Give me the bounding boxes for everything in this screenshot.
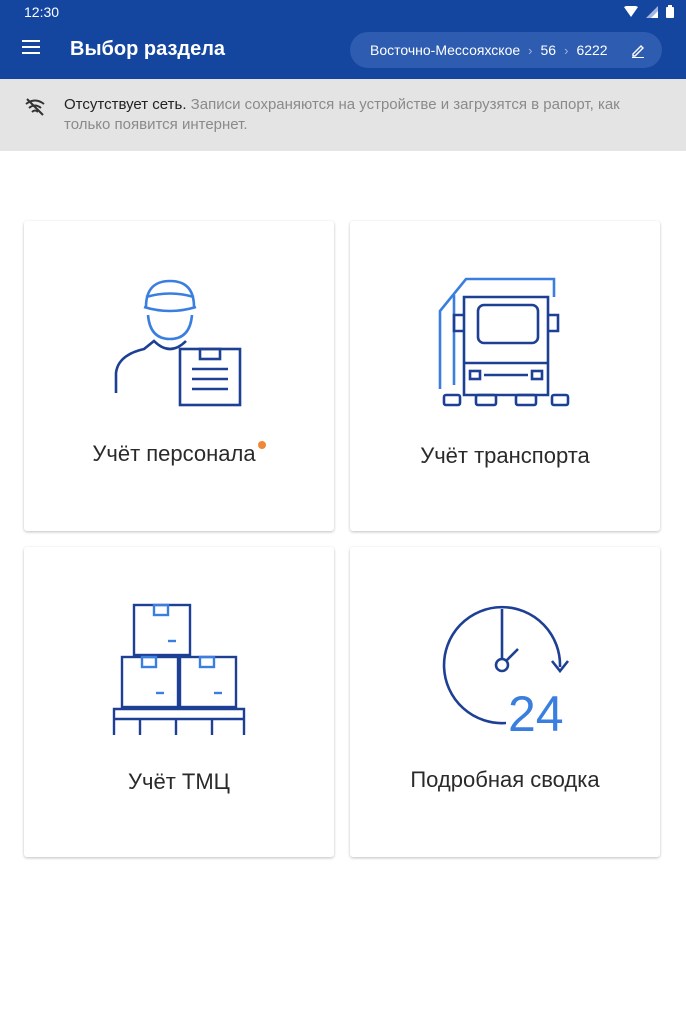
svg-text:24: 24 (508, 686, 564, 737)
offline-message: Отсутствует сеть. Записи сохраняются на … (64, 95, 664, 135)
chevron-right-icon: › (564, 42, 569, 58)
edit-icon[interactable] (630, 42, 646, 58)
notification-dot (257, 441, 266, 449)
offline-title: Отсутствует сеть. (64, 96, 187, 113)
offline-banner: Отсутствует сеть. Записи сохраняются на … (0, 79, 686, 151)
chevron-right-icon: › (528, 42, 533, 58)
system-icons (624, 5, 674, 18)
breadcrumb-field: Восточно-Мессояхское (370, 42, 521, 58)
app-bar: Выбор раздела Восточно-Мессояхское › 56 … (0, 24, 686, 79)
card-transport[interactable]: Учёт транспорта (350, 221, 660, 531)
card-personnel[interactable]: Учёт персонала (24, 221, 334, 531)
page-title: Выбор раздела (70, 38, 226, 60)
breadcrumb-well: 6222 (576, 42, 608, 58)
card-inventory[interactable]: Учёт ТМЦ (24, 547, 334, 857)
battery-icon (666, 5, 674, 18)
wifi-off-icon (25, 98, 45, 116)
breadcrumb-pad: 56 (540, 42, 557, 58)
truck-icon (438, 277, 570, 407)
worker-clipboard-icon (114, 279, 242, 407)
status-bar: 12:30 (0, 0, 686, 24)
wifi-status-icon (624, 5, 638, 17)
card-transport-label: Учёт транспорта (420, 443, 590, 468)
card-summary[interactable]: 24 Подробная сводка (350, 547, 660, 857)
location-breadcrumb[interactable]: Восточно-Мессояхское › 56 › 6222 (350, 32, 662, 68)
hamburger-icon (22, 40, 40, 54)
status-time: 12:30 (24, 4, 60, 20)
card-summary-label: Подробная сводка (410, 767, 600, 792)
card-inventory-label: Учёт ТМЦ (128, 769, 230, 794)
menu-button[interactable] (22, 40, 42, 60)
card-personnel-label: Учёт персонала (24, 441, 334, 467)
clock-24-icon: 24 (442, 605, 570, 737)
boxes-pallet-icon (112, 603, 246, 735)
card-personnel-title: Учёт персонала (92, 441, 256, 466)
signal-icon (646, 5, 658, 18)
